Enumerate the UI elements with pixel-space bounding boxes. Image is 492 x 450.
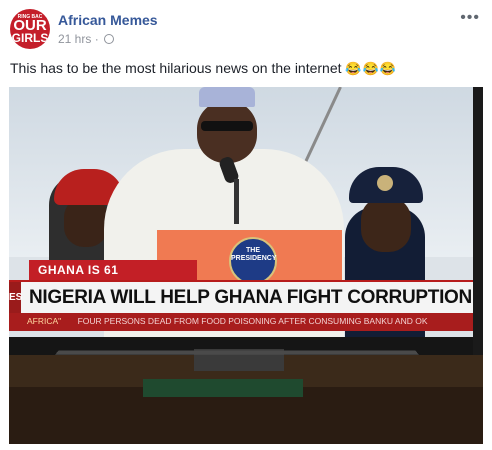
tv-screen: THE PRESIDENCY GHANA IS 61 ES NIGERIA WI… [9,87,473,337]
post-header: RING BAC OUR GIRLS African Memes 21 hrs … [10,9,482,51]
guard-right-face [361,197,411,252]
microphone-stand [234,179,239,224]
headline-left-fragment: ES [9,282,22,313]
news-tag: GHANA IS 61 [29,260,197,280]
more-options-button[interactable]: ••• [460,9,480,27]
meta-separator: · [94,32,99,46]
avatar-text-bottom: GIRLS [11,31,49,45]
speaker-head [197,101,257,163]
speaker-glasses [201,121,253,131]
news-ticker: AFRICA" FOUR PERSONS DEAD FROM FOOD POIS… [9,313,473,331]
globe-icon [104,34,115,44]
ticker-region: AFRICA" [27,316,62,326]
presidency-seal: THE PRESIDENCY [229,237,277,285]
post-timestamp[interactable]: 21 hrs [58,32,91,46]
caption-emoji: 😂😂😂 [345,61,397,76]
caption-text: This has to be the most hilarious news o… [10,60,342,76]
post-caption: This has to be the most hilarious news o… [10,60,397,77]
post-photo[interactable]: THE PRESIDENCY GHANA IS 61 ES NIGERIA WI… [9,87,483,444]
headline-bar: ES NIGERIA WILL HELP GHANA FIGHT CORRUPT… [9,280,473,313]
avatar[interactable]: RING BAC OUR GIRLS [10,9,50,49]
post-meta: 21 hrs · [58,32,115,46]
page-name-link[interactable]: African Memes [58,12,158,28]
green-box [143,379,303,397]
ticker-text: FOUR PERSONS DEAD FROM FOOD POISONING AF… [77,316,428,326]
speaker-cap [199,87,255,107]
headline-text: NIGERIA WILL HELP GHANA FIGHT CORRUPTION… [29,287,473,308]
cap-badge-icon [377,175,393,191]
tv-stand [33,350,441,382]
